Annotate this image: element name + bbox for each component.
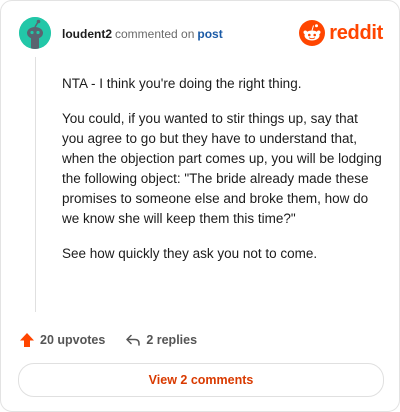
replies-count: 2 replies	[146, 333, 198, 347]
action-text: commented on	[115, 27, 195, 41]
username-link[interactable]: loudent2	[62, 27, 112, 41]
logo-text: reddit	[329, 21, 383, 44]
comment-card: loudent2 commented on post reddit NTA - I …	[0, 0, 400, 412]
comment-actions: 20 upvotes 2 replies	[19, 330, 197, 350]
snoo-avatar-icon	[19, 17, 51, 49]
view-comments-button[interactable]: View 2 comments	[18, 363, 384, 397]
post-link[interactable]: post	[197, 27, 222, 41]
avatar[interactable]	[19, 17, 51, 49]
upvote-arrow-icon	[20, 333, 34, 347]
upvote-button[interactable]: 20 upvotes	[19, 332, 105, 348]
comment-paragraph: You could, if you wanted to stir things …	[62, 111, 382, 226]
reply-arrow-icon	[126, 334, 141, 346]
thread-line[interactable]	[35, 57, 36, 312]
reddit-logo[interactable]: reddit	[299, 19, 383, 47]
comment-header: loudent2 commented on post reddit	[19, 17, 383, 53]
reddit-alien-icon	[299, 20, 326, 46]
comment-paragraph: See how quickly they ask you not to come…	[62, 246, 318, 261]
comment-body: NTA - I think you're doing the right thi…	[62, 74, 382, 279]
comment-meta: loudent2 commented on post	[62, 27, 223, 41]
upvotes-count: 20 upvotes	[40, 333, 106, 347]
replies-button[interactable]: 2 replies	[125, 332, 197, 348]
comment-paragraph: NTA - I think you're doing the right thi…	[62, 76, 302, 91]
